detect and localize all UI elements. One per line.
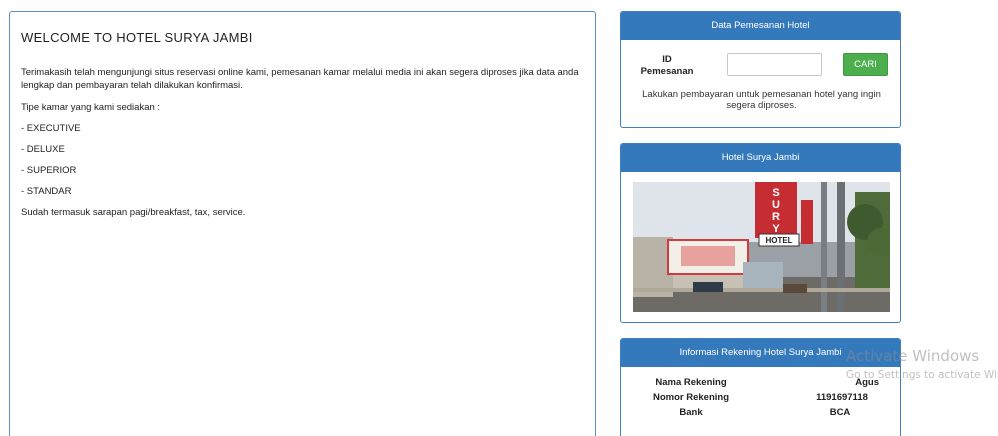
account-name-label: Nama Rekening [655,377,727,388]
svg-text:Y: Y [772,223,780,235]
room-type-item: - STANDAR [21,186,72,197]
svg-text:S: S [772,187,779,199]
welcome-title: WELCOME TO HOTEL SURYA JAMBI [21,30,253,45]
account-row: Bank BCA [621,407,900,422]
svg-text:U: U [772,199,780,211]
room-type-item: - EXECUTIVE [21,123,81,134]
bank-value: BCA [829,407,851,418]
welcome-panel: WELCOME TO HOTEL SURYA JAMBI Terimakasih… [9,11,596,436]
account-row: Nomor Rekening 1191697118 [621,392,900,407]
booking-lookup-panel: Data Pemesanan Hotel ID Pemesanan CARI L… [620,11,901,128]
hotel-photo-panel: Hotel Surya Jambi S U R Y HOTEL [620,143,901,323]
hotel-street-image: S U R Y HOTEL [633,182,890,312]
intro-text: Terimakasih telah mengunjungi situs rese… [21,67,579,91]
booking-id-label: ID Pemesanan [640,54,694,77]
watermark-subtitle: Go to Settings to activate Windows. [846,369,998,381]
room-types-heading: Tipe kamar yang kami sediakan : [21,102,161,113]
account-number-label: Nomor Rekening [652,392,729,403]
account-number-value: 1191697118 [816,392,868,403]
room-type-item: - SUPERIOR [21,165,77,176]
booking-search-row: ID Pemesanan CARI [621,40,900,82]
svg-text:HOTEL: HOTEL [765,236,792,245]
payment-note: Lakukan pembayaran untuk pemesanan hotel… [642,89,881,111]
hotel-sign-text: S U R Y [772,187,780,235]
svg-text:R: R [772,211,780,223]
inclusion-note: Sudah termasuk sarapan pagi/breakfast, t… [21,207,246,218]
activation-watermark: Activate Windows Go to Settings to activ… [846,347,998,382]
room-type-item: - DELUXE [21,144,65,155]
bank-account-table: Nama Rekening Agus Nomor Rekening 119169… [621,377,900,422]
hotel-photo: S U R Y HOTEL [633,182,890,312]
watermark-title: Activate Windows [846,347,980,365]
booking-panel-header: Data Pemesanan Hotel [621,12,900,40]
search-button[interactable]: CARI [843,53,888,76]
hotel-panel-header: Hotel Surya Jambi [621,144,900,172]
booking-id-input[interactable] [727,53,822,76]
bank-label: Bank [679,407,703,418]
